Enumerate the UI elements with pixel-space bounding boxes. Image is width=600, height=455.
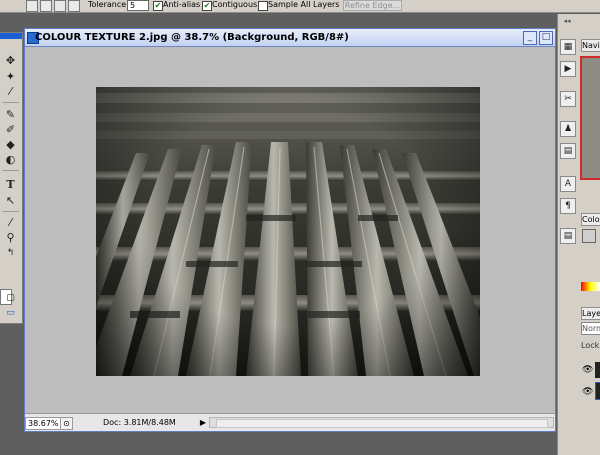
add-to-selection-icon[interactable] bbox=[40, 0, 52, 12]
navigator-thumbnail[interactable] bbox=[580, 56, 600, 180]
toolbox-separator bbox=[2, 102, 19, 103]
woven-texture-image bbox=[96, 87, 480, 376]
brush-icon[interactable]: ✎ bbox=[2, 107, 19, 122]
document-title-bar[interactable]: COLOUR TEXTURE 2.jpg @ 38.7% (Background… bbox=[25, 29, 555, 47]
status-bar: 38.67% ⊙ Doc: 3.81M/8.48M ▶ bbox=[25, 413, 555, 431]
toolbox-separator bbox=[2, 170, 19, 171]
layer-comps-icon[interactable]: ▤ bbox=[560, 228, 576, 244]
zoom-options-icon[interactable]: ⊙ bbox=[60, 417, 73, 430]
lock-label: Lock: bbox=[581, 341, 600, 350]
anti-alias-checkbox[interactable]: ✔ bbox=[153, 1, 163, 11]
eye-icon[interactable]: 👁 bbox=[582, 387, 593, 397]
intersect-selection-icon[interactable] bbox=[68, 0, 80, 12]
paint-bucket-icon[interactable]: ◆ bbox=[2, 137, 19, 152]
canvas-area[interactable] bbox=[25, 47, 555, 413]
subtract-selection-icon[interactable] bbox=[54, 0, 66, 12]
color-sampler-icon[interactable]: ⁄ bbox=[2, 215, 19, 230]
new-selection-icon[interactable] bbox=[26, 0, 38, 12]
woven-texture-photo[interactable] bbox=[96, 87, 480, 376]
layers-tab[interactable]: Layer bbox=[581, 307, 600, 320]
type-icon[interactable]: T bbox=[2, 177, 19, 192]
horizontal-scrollbar[interactable] bbox=[209, 417, 554, 428]
swap-colors-icon[interactable]: ↰ bbox=[2, 246, 19, 261]
blend-mode-select[interactable]: Norma bbox=[581, 322, 600, 335]
navigator-icon[interactable]: ▦ bbox=[560, 39, 576, 55]
standard-mode-icon[interactable]: ▢ bbox=[2, 291, 19, 306]
eyedropper-icon[interactable]: ⁄ bbox=[2, 84, 19, 99]
navigator-tab[interactable]: Navig bbox=[581, 39, 600, 52]
minimize-button[interactable]: _ bbox=[523, 31, 537, 45]
colour-chip-swatch[interactable] bbox=[582, 229, 596, 243]
toolbox-title-strip[interactable] bbox=[0, 33, 22, 39]
anti-alias-label: Anti-alias bbox=[163, 0, 201, 9]
colour-tab[interactable]: Colou bbox=[581, 213, 600, 226]
paragraph-icon[interactable]: ¶ bbox=[560, 198, 576, 214]
toolbox-separator bbox=[2, 211, 19, 212]
sample-all-layers-checkbox[interactable] bbox=[258, 1, 268, 11]
status-menu-arrow-icon[interactable]: ▶ bbox=[199, 417, 207, 428]
tools-preset-icon[interactable]: ✂ bbox=[560, 91, 576, 107]
panels-column: Navig Colou Layer Norma Lock: 👁 👁 bbox=[576, 14, 600, 455]
clone-source-icon[interactable]: ♟ bbox=[560, 121, 576, 137]
move-icon[interactable]: ✥ bbox=[2, 53, 19, 68]
layer-thumbnail[interactable] bbox=[595, 362, 600, 378]
screen-mode-icon[interactable]: ▭ bbox=[2, 306, 19, 321]
document-window: COLOUR TEXTURE 2.jpg @ 38.7% (Background… bbox=[24, 28, 556, 432]
maximize-button[interactable]: □ bbox=[539, 31, 553, 45]
options-bar: Tolerance: 5 ✔ Anti-alias ✔ Contiguous S… bbox=[0, 0, 600, 13]
actions-icon[interactable]: ▶ bbox=[560, 61, 576, 77]
panel-dock-strip: ◂◂ ▦ ▶ ✂ ♟ ▤ A ¶ ▤ bbox=[557, 14, 576, 455]
dodge-icon[interactable]: ◐ bbox=[2, 152, 19, 167]
document-title: COLOUR TEXTURE 2.jpg @ 38.7% (Background… bbox=[35, 32, 349, 43]
sample-all-layers-label: Sample All Layers bbox=[268, 0, 340, 9]
tolerance-input[interactable]: 5 bbox=[127, 0, 149, 11]
character-icon[interactable]: A bbox=[560, 176, 576, 192]
zoom-icon[interactable]: ⚲ bbox=[2, 230, 19, 245]
contiguous-label: Contiguous bbox=[212, 0, 258, 9]
toolbox: ✥ ✦ ⁄ ✎ ✐ ◆ ◐ T ↖ ⁄ ⚲ ↰ ▢ ▭ bbox=[0, 32, 23, 324]
contiguous-checkbox[interactable]: ✔ bbox=[202, 1, 212, 11]
collapse-dock-icon[interactable]: ◂◂ bbox=[558, 17, 576, 25]
refine-edge-button[interactable]: Refine Edge... bbox=[343, 0, 402, 11]
history-brush-icon[interactable]: ✐ bbox=[2, 122, 19, 137]
eye-icon[interactable]: 👁 bbox=[582, 365, 593, 375]
zoom-level-field[interactable]: 38.67% bbox=[25, 417, 62, 430]
tolerance-label: Tolerance: bbox=[88, 0, 129, 9]
pen-icon[interactable]: ↖ bbox=[2, 193, 19, 208]
document-size-info: Doc: 3.81M/8.48M bbox=[103, 418, 176, 427]
colour-spectrum-bar[interactable] bbox=[581, 282, 600, 291]
layer-thumbnail[interactable] bbox=[595, 382, 600, 400]
scrollbar-thumb[interactable] bbox=[216, 419, 548, 428]
magic-wand-icon[interactable]: ✦ bbox=[2, 69, 19, 84]
brushes-icon[interactable]: ▤ bbox=[560, 143, 576, 159]
